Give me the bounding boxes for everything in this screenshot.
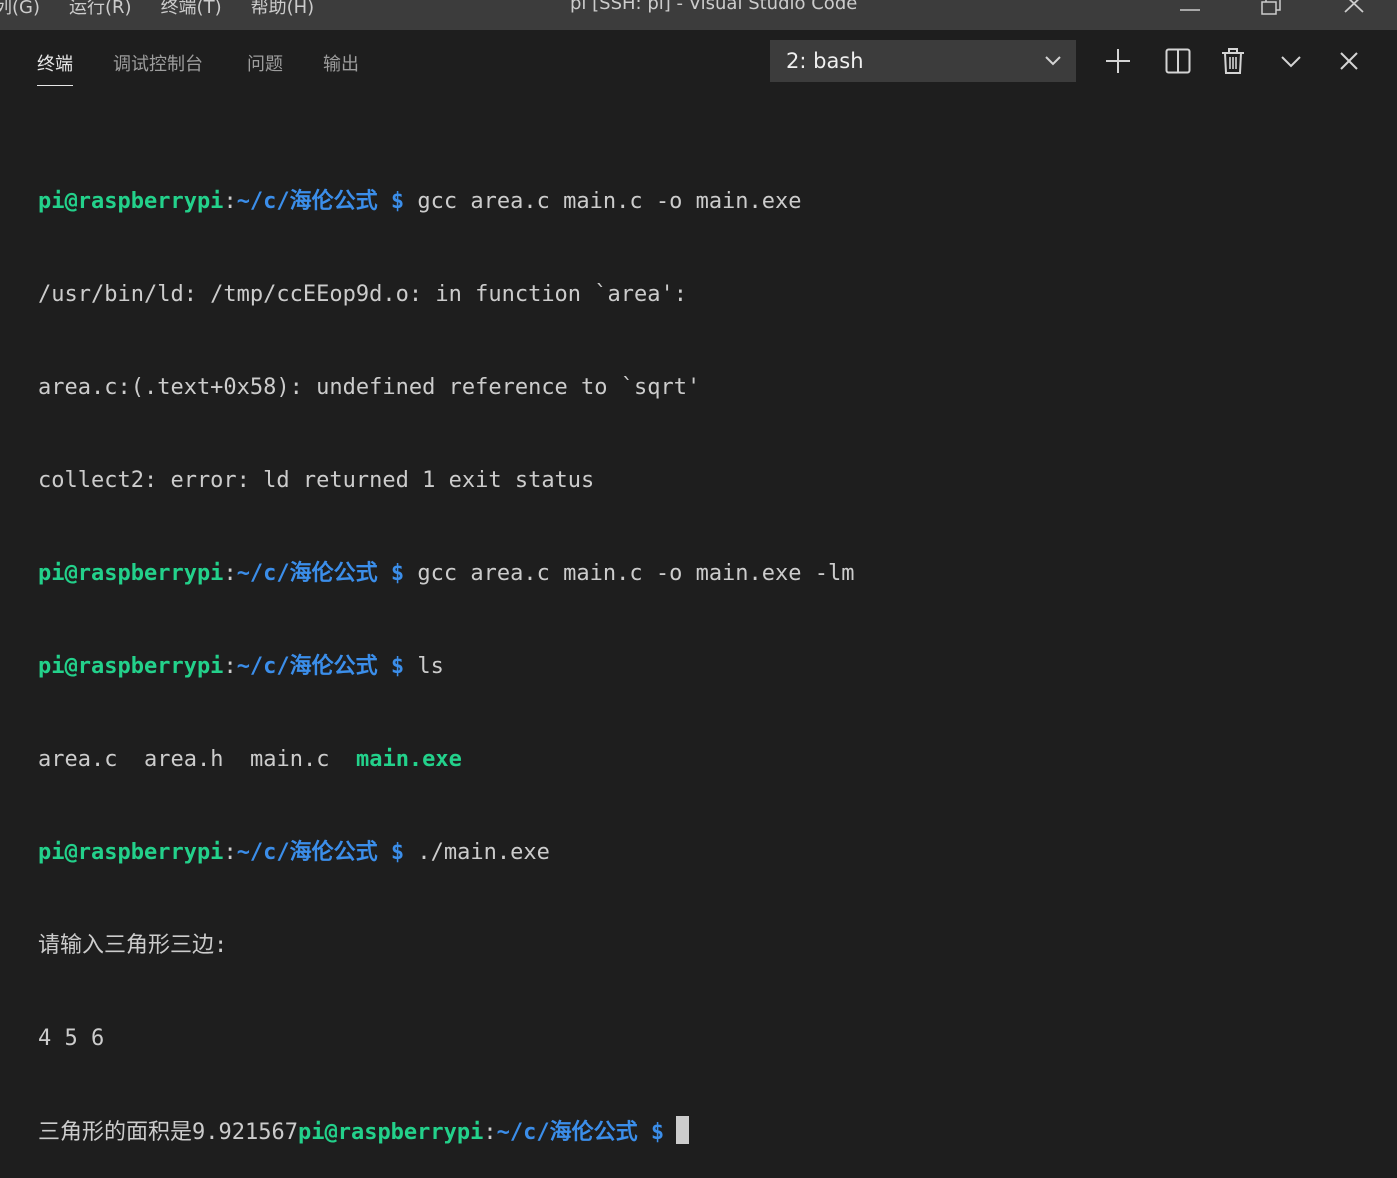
prompt-cwd: ~/c/海伦公式	[236, 654, 378, 679]
terminal-output[interactable]: pi@raspberrypi:~/c/海伦公式 $ gcc area.c mai…	[38, 124, 855, 1178]
command-text: ./main.exe	[417, 840, 550, 865]
menu-bar: 列(G) 运行(R) 终端(T) 帮助(H)	[0, 0, 343, 19]
title-bar: 列(G) 运行(R) 终端(T) 帮助(H) pi [SSH: pi] - Vi…	[0, 0, 1397, 30]
terminal-line: collect2: error: ld returned 1 exit stat…	[38, 468, 595, 493]
prompt-symbol: $	[390, 840, 405, 865]
tab-output[interactable]: 输出	[323, 50, 359, 76]
prompt-user-host: pi@raspberrypi	[297, 1120, 484, 1145]
menu-terminal[interactable]: 终端(T)	[161, 0, 222, 19]
restore-icon	[1261, 0, 1281, 15]
prompt-symbol: $	[650, 1120, 665, 1145]
ls-executable: main.exe	[355, 747, 462, 772]
command-text: ls	[417, 654, 444, 679]
menu-go[interactable]: 列(G)	[0, 0, 40, 19]
split-icon	[1165, 48, 1191, 74]
command-text: gcc area.c main.c -o main.exe -lm	[417, 561, 855, 586]
restore-button[interactable]	[1242, 0, 1302, 20]
ls-file: area.h	[143, 747, 224, 772]
close-window-icon	[1344, 0, 1364, 13]
tab-terminal[interactable]: 终端	[37, 50, 73, 86]
chevron-down-icon	[1281, 56, 1301, 68]
new-terminal-button[interactable]	[1101, 44, 1135, 78]
prompt-user-host: pi@raspberrypi	[38, 561, 224, 586]
ls-file: area.c	[38, 747, 118, 772]
terminal-line: 4 5 6	[38, 1026, 105, 1051]
prompt-user-host: pi@raspberrypi	[38, 840, 224, 865]
minimize-button[interactable]	[1160, 0, 1220, 20]
terminal-cursor	[676, 1116, 690, 1144]
split-terminal-button[interactable]	[1161, 44, 1195, 78]
tab-problems[interactable]: 问题	[247, 50, 283, 76]
prompt-cwd: ~/c/海伦公式	[236, 561, 378, 586]
prompt-cwd: ~/c/海伦公式	[236, 189, 378, 214]
terminal-line: area.c:(.text+0x58): undefined reference…	[38, 375, 701, 400]
prompt-cwd: ~/c/海伦公式	[496, 1120, 638, 1145]
kill-terminal-button[interactable]	[1216, 44, 1250, 78]
prompt-cwd: ~/c/海伦公式	[236, 840, 378, 865]
terminal-line: pi@raspberrypi:~/c/海伦公式 $ gcc area.c mai…	[38, 189, 802, 214]
terminal-line: /usr/bin/ld: /tmp/ccEEop9d.o: in functio…	[38, 282, 688, 307]
panel-header: 终端 调试控制台 问题 输出 2: bash	[0, 30, 1397, 90]
plus-icon	[1106, 49, 1130, 73]
prompt-user-host: pi@raspberrypi	[38, 654, 224, 679]
command-text: gcc area.c main.c -o main.exe	[417, 189, 802, 214]
prompt-symbol: $	[390, 189, 405, 214]
ls-file: main.c	[249, 747, 330, 772]
terminal-line: 请输入三角形三边:	[38, 933, 228, 958]
prompt-symbol: $	[390, 561, 405, 586]
close-panel-button[interactable]	[1332, 44, 1366, 78]
prompt-user-host: pi@raspberrypi	[38, 189, 224, 214]
minimize-icon	[1180, 9, 1200, 11]
program-output: 三角形的面积是9.921567	[38, 1120, 298, 1145]
tab-debug-console[interactable]: 调试控制台	[113, 50, 203, 76]
menu-run[interactable]: 运行(R)	[69, 0, 132, 19]
close-icon	[1340, 52, 1358, 70]
terminal-select-value: 2: bash	[786, 49, 864, 73]
terminal-line: pi@raspberrypi:~/c/海伦公式 $ gcc area.c mai…	[38, 561, 855, 586]
terminal-line: 三角形的面积是9.921567pi@raspberrypi:~/c/海伦公式 $	[38, 1116, 855, 1147]
chevron-down-icon	[1045, 56, 1061, 66]
terminal-line: area.c area.h main.c main.exe	[38, 744, 855, 775]
terminal-line: pi@raspberrypi:~/c/海伦公式 $ ./main.exe	[38, 840, 550, 865]
prompt-symbol: $	[390, 654, 405, 679]
menu-help[interactable]: 帮助(H)	[251, 0, 315, 19]
terminal-line: pi@raspberrypi:~/c/海伦公式 $ ls	[38, 654, 444, 679]
window-title: pi [SSH: pi] - Visual Studio Code	[570, 0, 858, 14]
trash-icon	[1222, 48, 1244, 74]
close-window-button[interactable]	[1324, 0, 1384, 20]
terminal-select[interactable]: 2: bash	[770, 40, 1076, 82]
maximize-panel-button[interactable]	[1274, 44, 1308, 78]
